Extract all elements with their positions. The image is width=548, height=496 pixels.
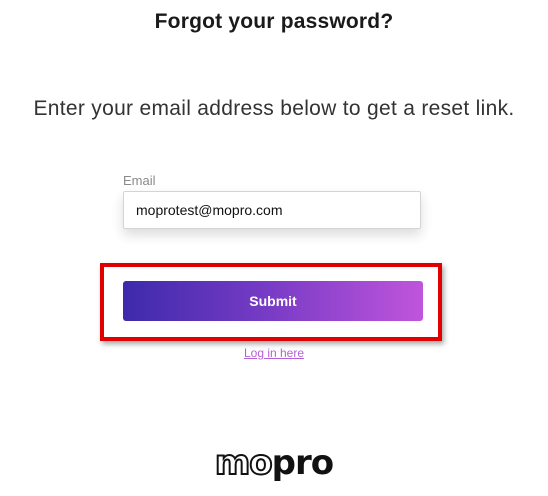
login-link-container: Log in here xyxy=(0,346,548,360)
page-title: Forgot your password? xyxy=(154,10,394,33)
email-field[interactable] xyxy=(123,191,421,229)
mopro-logo: mopro xyxy=(0,442,548,484)
submit-button[interactable]: Submit xyxy=(123,281,423,321)
page-subtitle: Enter your email address below to get a … xyxy=(33,97,515,120)
logo-part-pro: pro xyxy=(271,443,334,483)
login-link[interactable]: Log in here xyxy=(244,346,304,360)
logo-part-mo: mo xyxy=(214,442,274,484)
email-label: Email xyxy=(123,173,156,188)
forgot-password-page: Forgot your password? Enter your email a… xyxy=(0,0,548,496)
